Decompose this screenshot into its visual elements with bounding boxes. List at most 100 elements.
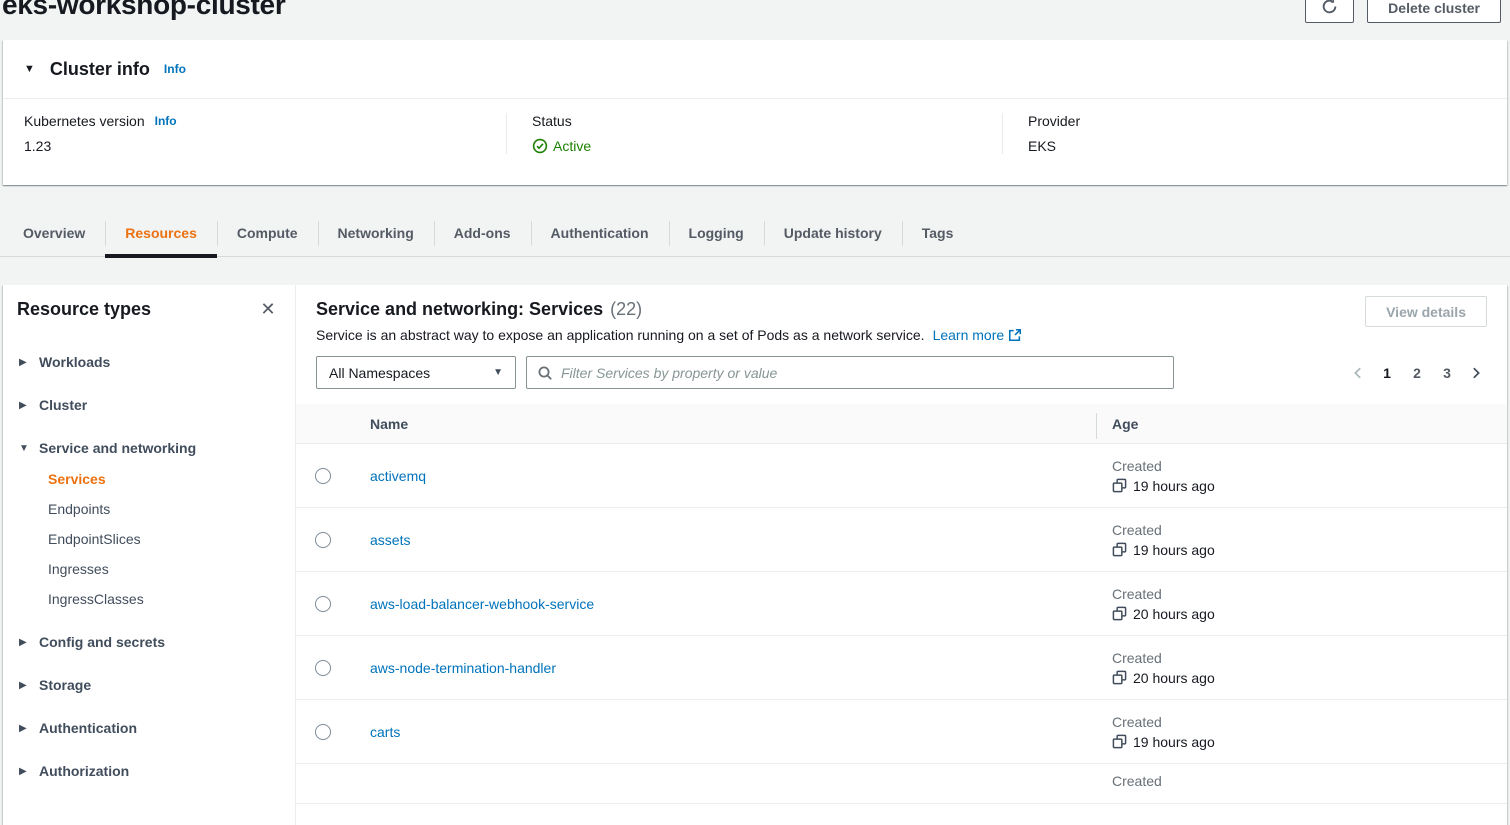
pagination: 1 2 3 xyxy=(1347,361,1487,385)
tab-compute[interactable]: Compute xyxy=(217,210,318,256)
cluster-info-card: ▼ Cluster info Info Kubernetes version I… xyxy=(3,40,1507,185)
sidebar-item-endpoints[interactable]: Endpoints xyxy=(15,494,287,524)
tab-resources[interactable]: Resources xyxy=(105,210,217,256)
page-button-2[interactable]: 2 xyxy=(1405,361,1429,385)
service-link[interactable]: activemq xyxy=(370,468,426,484)
copy-icon[interactable] xyxy=(1112,670,1127,685)
copy-icon[interactable] xyxy=(1112,478,1127,493)
refresh-icon xyxy=(1321,0,1338,18)
age-value: 20 hours ago xyxy=(1133,670,1215,686)
tab-overview[interactable]: Overview xyxy=(3,210,105,256)
status-label: Status xyxy=(532,113,572,129)
age-value: 20 hours ago xyxy=(1133,606,1215,622)
tab-add-ons[interactable]: Add-ons xyxy=(434,210,531,256)
sidebar-close-icon[interactable]: ✕ xyxy=(257,298,279,320)
copy-icon[interactable] xyxy=(1112,542,1127,557)
service-link[interactable]: carts xyxy=(370,724,400,740)
status-value: Active xyxy=(553,138,591,154)
expand-right-icon[interactable]: ▶ xyxy=(15,357,39,368)
search-input[interactable] xyxy=(561,365,1163,381)
row-radio[interactable] xyxy=(315,468,331,484)
created-label: Created xyxy=(1112,522,1507,538)
column-header-name[interactable]: Name xyxy=(350,416,1096,432)
service-link[interactable]: aws-load-balancer-webhook-service xyxy=(370,596,594,612)
refresh-button[interactable] xyxy=(1305,0,1354,23)
previous-page-icon[interactable] xyxy=(1347,366,1369,380)
service-link[interactable]: aws-node-termination-handler xyxy=(370,660,556,676)
resource-types-title: Resource types xyxy=(17,299,151,320)
collapse-caret-icon[interactable]: ▼ xyxy=(24,63,35,75)
status-active-icon xyxy=(532,138,548,154)
resource-types-sidebar: Resource types ✕ ▶ Workloads ▶ Cluster ▼… xyxy=(3,285,296,825)
expand-down-icon[interactable]: ▼ xyxy=(15,443,39,454)
namespace-select[interactable]: All Namespaces ▼ xyxy=(316,356,516,389)
row-radio[interactable] xyxy=(315,596,331,612)
tab-update-history[interactable]: Update history xyxy=(764,210,902,256)
sidebar-item-services[interactable]: Services xyxy=(15,464,287,494)
age-value: 19 hours ago xyxy=(1133,478,1215,494)
table-row: carts Created 19 hours ago xyxy=(296,700,1507,764)
page-title: eks-workshop-cluster xyxy=(2,0,285,21)
created-label: Created xyxy=(1112,650,1507,666)
sidebar-item-ingresses[interactable]: Ingresses xyxy=(15,554,287,584)
tab-logging[interactable]: Logging xyxy=(669,210,764,256)
resource-types-nav: ▶ Workloads ▶ Cluster ▼ Service and netw… xyxy=(15,347,287,799)
service-link[interactable]: assets xyxy=(370,532,410,548)
tab-tags[interactable]: Tags xyxy=(902,210,974,256)
copy-icon[interactable] xyxy=(1112,606,1127,621)
next-page-icon[interactable] xyxy=(1465,366,1487,380)
cluster-info-header[interactable]: ▼ Cluster info Info xyxy=(3,40,1507,99)
services-title: Service and networking: Services xyxy=(316,299,603,320)
status-badge: Active xyxy=(532,138,1002,154)
sidebar-item-endpointslices[interactable]: EndpointSlices xyxy=(15,524,287,554)
page-button-3[interactable]: 3 xyxy=(1435,361,1459,385)
age-value: 19 hours ago xyxy=(1133,734,1215,750)
sidebar-group-service-and-networking[interactable]: ▼ Service and networking xyxy=(15,433,287,463)
table-row: aws-load-balancer-webhook-service Create… xyxy=(296,572,1507,636)
table-header: Name Age xyxy=(296,404,1507,444)
expand-right-icon[interactable]: ▶ xyxy=(15,766,39,777)
cluster-tabs: Overview Resources Compute Networking Ad… xyxy=(0,210,1510,258)
learn-more-link[interactable]: Learn more xyxy=(933,327,1023,343)
row-radio[interactable] xyxy=(315,532,331,548)
kubernetes-version-value: 1.23 xyxy=(24,138,506,154)
services-main: Service and networking: Services (22) Vi… xyxy=(296,285,1507,825)
created-label: Created xyxy=(1112,714,1507,730)
row-radio[interactable] xyxy=(315,724,331,740)
namespace-select-value: All Namespaces xyxy=(329,365,430,381)
sidebar-group-storage[interactable]: ▶ Storage xyxy=(15,670,287,700)
expand-right-icon[interactable]: ▶ xyxy=(15,637,39,648)
filter-row: All Namespaces ▼ 1 2 3 xyxy=(316,356,1487,389)
services-table: Name Age activemq Created 19 xyxy=(296,404,1507,804)
sidebar-group-config-and-secrets[interactable]: ▶ Config and secrets xyxy=(15,627,287,657)
delete-cluster-button[interactable]: Delete cluster xyxy=(1367,0,1501,23)
header-actions: Delete cluster xyxy=(1305,0,1501,23)
tab-networking[interactable]: Networking xyxy=(318,210,434,256)
cluster-info-info-link[interactable]: Info xyxy=(164,62,186,76)
expand-right-icon[interactable]: ▶ xyxy=(15,723,39,734)
sidebar-group-cluster[interactable]: ▶ Cluster xyxy=(15,390,287,420)
column-header-age[interactable]: Age xyxy=(1096,416,1507,432)
page-button-1[interactable]: 1 xyxy=(1375,361,1399,385)
sidebar-item-ingressclasses[interactable]: IngressClasses xyxy=(15,584,287,614)
services-search[interactable] xyxy=(526,356,1174,389)
expand-right-icon[interactable]: ▶ xyxy=(15,680,39,691)
table-row: assets Created 19 hours ago xyxy=(296,508,1507,572)
age-value: 19 hours ago xyxy=(1133,542,1215,558)
view-details-button[interactable]: View details xyxy=(1365,296,1487,327)
expand-right-icon[interactable]: ▶ xyxy=(15,400,39,411)
status-field: Status Active xyxy=(506,113,1002,154)
created-label: Created xyxy=(1112,458,1507,474)
tab-authentication[interactable]: Authentication xyxy=(531,210,669,256)
table-row: activemq Created 19 hours ago xyxy=(296,444,1507,508)
copy-icon[interactable] xyxy=(1112,734,1127,749)
kubernetes-version-label: Kubernetes version xyxy=(24,113,145,129)
service-networking-sublist: Services Endpoints EndpointSlices Ingres… xyxy=(15,464,287,614)
row-radio[interactable] xyxy=(315,660,331,676)
provider-value: EKS xyxy=(1028,138,1507,154)
sidebar-group-authorization[interactable]: ▶ Authorization xyxy=(15,756,287,786)
sidebar-group-authentication[interactable]: ▶ Authentication xyxy=(15,713,287,743)
cluster-info-title: Cluster info xyxy=(50,59,150,80)
sidebar-group-workloads[interactable]: ▶ Workloads xyxy=(15,347,287,377)
kubernetes-version-info-link[interactable]: Info xyxy=(155,114,177,128)
